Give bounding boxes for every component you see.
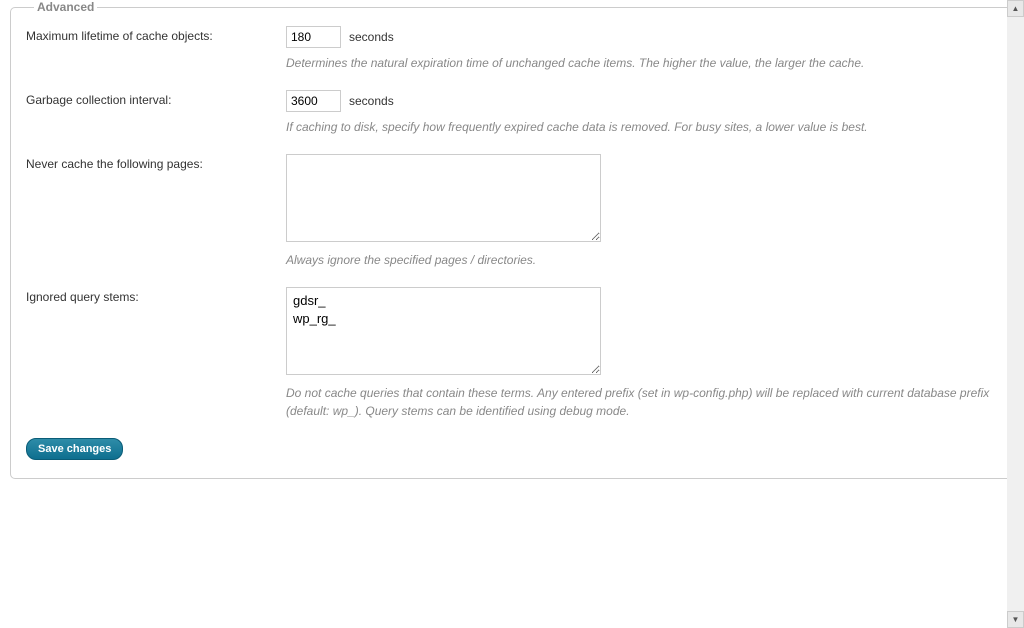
textarea-query-stems[interactable] bbox=[286, 287, 601, 375]
suffix-lifetime: seconds bbox=[349, 30, 394, 44]
input-lifetime[interactable] bbox=[286, 26, 341, 48]
label-gc: Garbage collection interval: bbox=[26, 90, 286, 107]
label-lifetime: Maximum lifetime of cache objects: bbox=[26, 26, 286, 43]
description-query-stems: Do not cache queries that contain these … bbox=[286, 384, 998, 420]
label-never-cache: Never cache the following pages: bbox=[26, 154, 286, 171]
fieldset-legend: Advanced bbox=[34, 0, 97, 14]
field-row-lifetime: Maximum lifetime of cache objects: secon… bbox=[26, 26, 998, 48]
scroll-up-icon[interactable]: ▲ bbox=[1007, 0, 1024, 17]
label-query-stems: Ignored query stems: bbox=[26, 287, 286, 304]
field-row-gc: Garbage collection interval: seconds bbox=[26, 90, 998, 112]
save-row: Save changes bbox=[26, 438, 998, 460]
description-never-cache: Always ignore the specified pages / dire… bbox=[286, 251, 998, 269]
field-row-never-cache: Never cache the following pages: bbox=[26, 154, 998, 245]
suffix-gc: seconds bbox=[349, 94, 394, 108]
advanced-fieldset: Advanced Maximum lifetime of cache objec… bbox=[10, 0, 1014, 479]
description-lifetime: Determines the natural expiration time o… bbox=[286, 54, 998, 72]
input-gc[interactable] bbox=[286, 90, 341, 112]
scroll-down-icon[interactable]: ▼ bbox=[1007, 611, 1024, 628]
scrollbar[interactable]: ▲ ▼ bbox=[1007, 0, 1024, 628]
save-button[interactable]: Save changes bbox=[26, 438, 123, 460]
field-row-query-stems: Ignored query stems: bbox=[26, 287, 998, 378]
textarea-never-cache[interactable] bbox=[286, 154, 601, 242]
description-gc: If caching to disk, specify how frequent… bbox=[286, 118, 998, 136]
